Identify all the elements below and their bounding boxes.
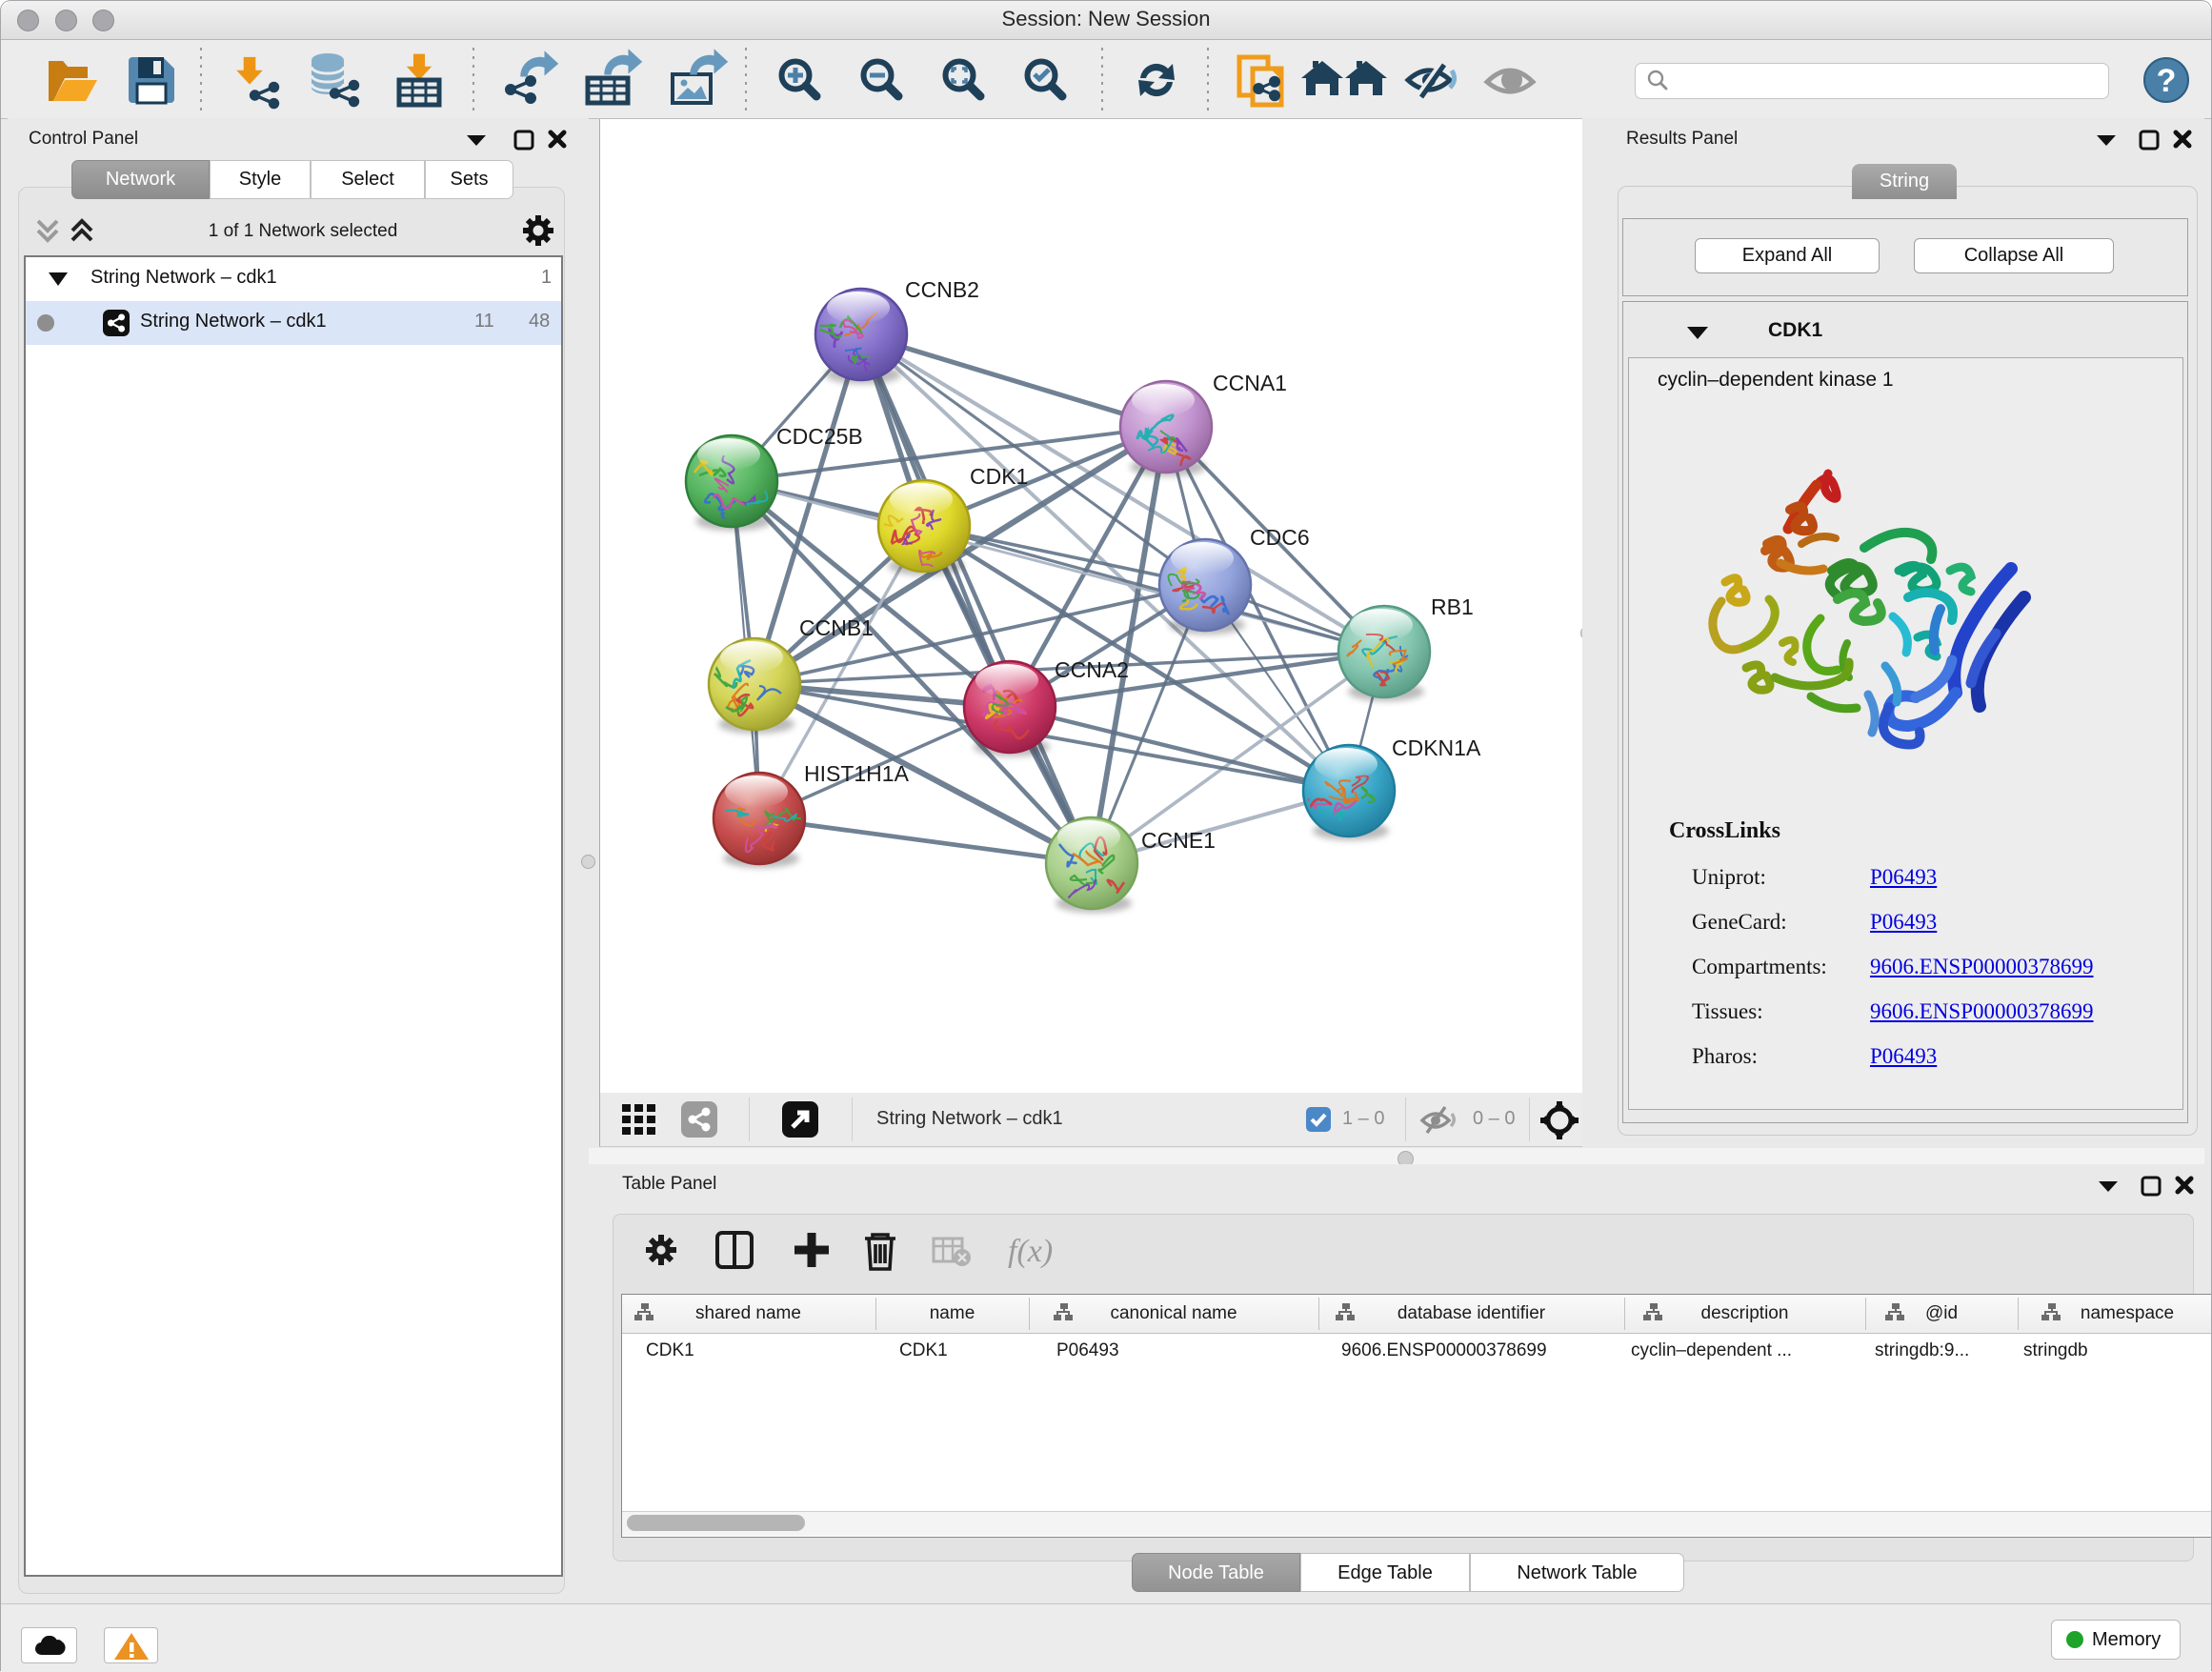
svg-text:RB1: RB1 [1431, 594, 1474, 619]
svg-text:CCNB2: CCNB2 [905, 277, 979, 302]
svg-text:CCNA1: CCNA1 [1213, 371, 1287, 395]
svg-text:CCNE1: CCNE1 [1141, 828, 1216, 853]
svg-text:?: ? [2157, 63, 2177, 99]
svg-text:CDC25B: CDC25B [776, 424, 863, 449]
svg-text:CCNB1: CCNB1 [799, 615, 874, 640]
svg-text:CDK1: CDK1 [970, 464, 1028, 489]
svg-text:HIST1H1A: HIST1H1A [804, 761, 910, 786]
svg-text:CCNA2: CCNA2 [1055, 657, 1129, 682]
svg-text:CDKN1A: CDKN1A [1392, 735, 1481, 760]
svg-text:CDC6: CDC6 [1250, 525, 1310, 550]
